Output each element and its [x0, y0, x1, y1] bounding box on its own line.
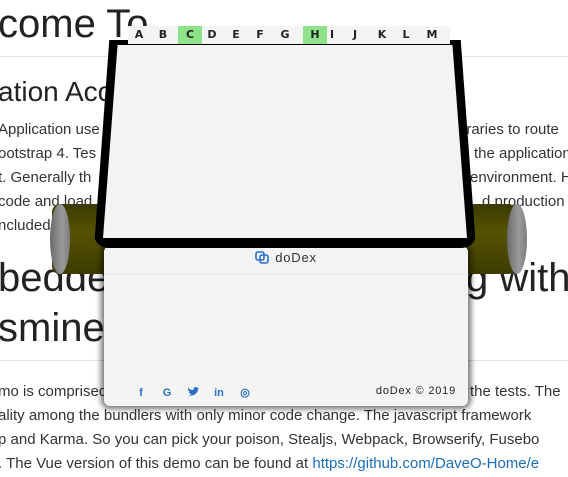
paragraph-fragment: braries to route [458, 121, 559, 138]
application-heading: ation Acc [0, 76, 112, 107]
paragraph-line: ncluded [0, 217, 51, 234]
tab-letter-g[interactable]: G [278, 26, 292, 44]
dodex-screen[interactable] [103, 45, 467, 238]
jasmine-heading: smine [0, 306, 105, 350]
paragraph-line: p and Karma. So you can pick your poison… [0, 431, 540, 448]
tab-letter-e[interactable]: E [229, 26, 243, 44]
tab-letter-j[interactable]: J [348, 26, 362, 44]
paragraph-fragment: environment. H [470, 169, 568, 186]
tab-letter-l[interactable]: L [399, 26, 413, 44]
paragraph-line: Application use [0, 121, 100, 138]
facebook-icon[interactable]: f [134, 386, 148, 400]
panel-footer: f G in ◎ doDex © 2019 [104, 380, 468, 404]
dodex-panel: doDex f G in ◎ doDex © 2019 [104, 246, 468, 406]
paragraph-text: . The Vue version of this demo can be fo… [0, 455, 313, 472]
panel-divider [104, 274, 468, 275]
tab-letter-b[interactable]: B [156, 26, 170, 44]
tab-letter-f[interactable]: F [253, 26, 267, 44]
paragraph-line: mo is comprised [0, 383, 108, 400]
social-links: f G in ◎ [134, 386, 252, 400]
tab-letter-k[interactable]: K [375, 26, 389, 44]
tab-letter-c[interactable]: C [178, 26, 202, 44]
copyright-text: doDex © 2019 [375, 385, 456, 397]
tab-letter-d[interactable]: D [205, 26, 219, 44]
tab-letter-h[interactable]: H [303, 26, 327, 44]
paragraph-fragment: the application [474, 145, 568, 162]
paragraph-line: ootstrap 4. Tes [0, 145, 97, 162]
tab-letter-i[interactable]: I [325, 26, 339, 44]
paragraph-line: t. Generally th [0, 169, 92, 186]
google-icon[interactable]: G [160, 386, 174, 400]
dribbble-icon[interactable]: ◎ [238, 386, 252, 400]
linkedin-icon[interactable]: in [212, 386, 226, 400]
letter-tab-bar: A B C D E F G H I J K L M [128, 26, 450, 44]
left-roller-cap [50, 204, 70, 274]
brand-name: doDex [275, 250, 317, 265]
dodex-logo-icon [255, 250, 270, 267]
tab-letter-m[interactable]: M [425, 26, 439, 44]
panel-brand: doDex [104, 250, 468, 267]
twitter-icon[interactable] [186, 386, 200, 400]
paragraph-line: ality among the bundlers with only minor… [0, 407, 532, 424]
paragraph-line: . The Vue version of this demo can be fo… [0, 452, 539, 476]
github-link[interactable]: https://github.com/DaveO-Home/e [312, 455, 539, 472]
paragraph-fragment: the tests. The [470, 383, 561, 400]
right-roller-cap [507, 204, 527, 274]
tab-letter-a[interactable]: A [132, 26, 146, 44]
